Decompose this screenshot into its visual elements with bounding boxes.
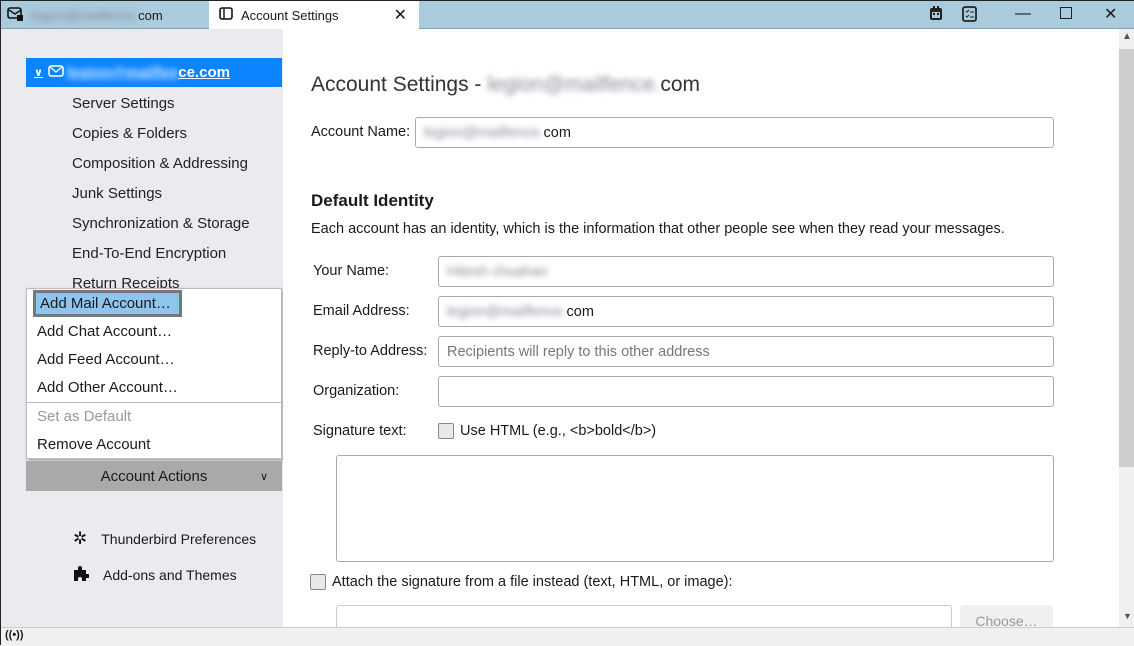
gear-icon: ✲ — [73, 529, 88, 548]
scroll-up-icon: ▲ — [1122, 31, 1132, 42]
settings-tab-icon — [219, 7, 233, 23]
attach-signature-checkbox[interactable] — [310, 574, 326, 590]
sidebar-item-composition[interactable]: Composition & Addressing — [72, 155, 248, 172]
sidebar-account[interactable]: ∨ legion@mailfen ce.com — [26, 58, 282, 87]
your-name-label: Your Name: — [313, 263, 390, 279]
close-icon[interactable]: ✕ — [1104, 4, 1117, 24]
menu-add-feed-account[interactable]: Add Feed Account… — [37, 351, 175, 368]
tasks-icon[interactable] — [962, 6, 977, 26]
close-tab-icon[interactable]: ✕ — [394, 5, 407, 25]
organization-label: Organization: — [313, 383, 400, 399]
menu-add-chat-account[interactable]: Add Chat Account… — [37, 323, 172, 340]
attach-signature-label[interactable]: Attach the signature from a file instead… — [332, 574, 733, 590]
calendar-icon[interactable] — [929, 6, 943, 25]
sidebar-item-sync[interactable]: Synchronization & Storage — [72, 215, 250, 232]
email-input[interactable]: legion@mailfence. com — [438, 296, 1054, 327]
signature-textarea[interactable] — [336, 455, 1054, 562]
reply-to-input[interactable]: Recipients will reply to this other addr… — [438, 336, 1054, 367]
menu-add-other-account[interactable]: Add Other Account… — [37, 379, 178, 396]
status-bar: ((•)) — [1, 627, 1134, 646]
account-name-input[interactable]: legion@mailfence. com — [415, 117, 1054, 148]
menu-set-default: Set as Default — [37, 408, 132, 425]
account-actions-button[interactable]: Account Actions ∨ — [26, 461, 282, 491]
mail-lock-icon — [7, 6, 23, 24]
sidebar-item-server-settings[interactable]: Server Settings — [72, 95, 175, 112]
sidebar-item-copies-folders[interactable]: Copies & Folders — [72, 125, 187, 142]
account-name-label: Account Name: — [311, 124, 411, 140]
use-html-label[interactable]: Use HTML (e.g., <b>bold</b>) — [460, 423, 656, 439]
mail-icon — [48, 64, 64, 81]
menu-add-mail-account[interactable]: Add Mail Account… — [33, 290, 182, 317]
chevron-down-icon: ∨ — [259, 470, 268, 483]
minimize-icon[interactable]: — — [1015, 5, 1031, 23]
tab-account-settings[interactable]: Account Settings ✕ — [209, 1, 419, 29]
menu-remove-account[interactable]: Remove Account — [37, 436, 150, 453]
account-actions-menu: Add Mail Account… Add Chat Account… Add … — [26, 288, 282, 459]
your-name-input[interactable]: Hitesh chuahan — [438, 256, 1054, 287]
maximize-icon[interactable] — [1060, 7, 1072, 19]
organization-input[interactable] — [438, 376, 1054, 407]
sidebar-item-junk[interactable]: Junk Settings — [72, 185, 162, 202]
online-status-icon[interactable]: ((•)) — [5, 629, 24, 641]
scroll-thumb[interactable] — [1119, 49, 1134, 467]
sidebar-item-e2e[interactable]: End-To-End Encryption — [72, 245, 226, 262]
use-html-checkbox[interactable] — [438, 423, 454, 439]
identity-description: Each account has an identity, which is t… — [311, 221, 1005, 237]
default-identity-heading: Default Identity — [311, 191, 434, 210]
tab-mail[interactable]: legion@mailfence.com — [1, 1, 209, 29]
reply-to-label: Reply-to Address: — [313, 343, 428, 359]
thunderbird-preferences-link[interactable]: ✲ Thunderbird Preferences — [73, 529, 256, 549]
addons-themes-link[interactable]: Add-ons and Themes — [73, 565, 237, 584]
page-title: Account Settings - legion@mailfence.com — [311, 73, 701, 96]
menu-separator — [27, 402, 281, 403]
email-label: Email Address: — [313, 303, 410, 319]
scroll-down-icon: ▼ — [1123, 611, 1132, 621]
puzzle-icon — [73, 565, 90, 584]
scrollbar[interactable]: ▲ ▼ — [1119, 29, 1134, 627]
chevron-down-icon: ∨ — [34, 67, 43, 79]
signature-label: Signature text: — [313, 423, 407, 439]
